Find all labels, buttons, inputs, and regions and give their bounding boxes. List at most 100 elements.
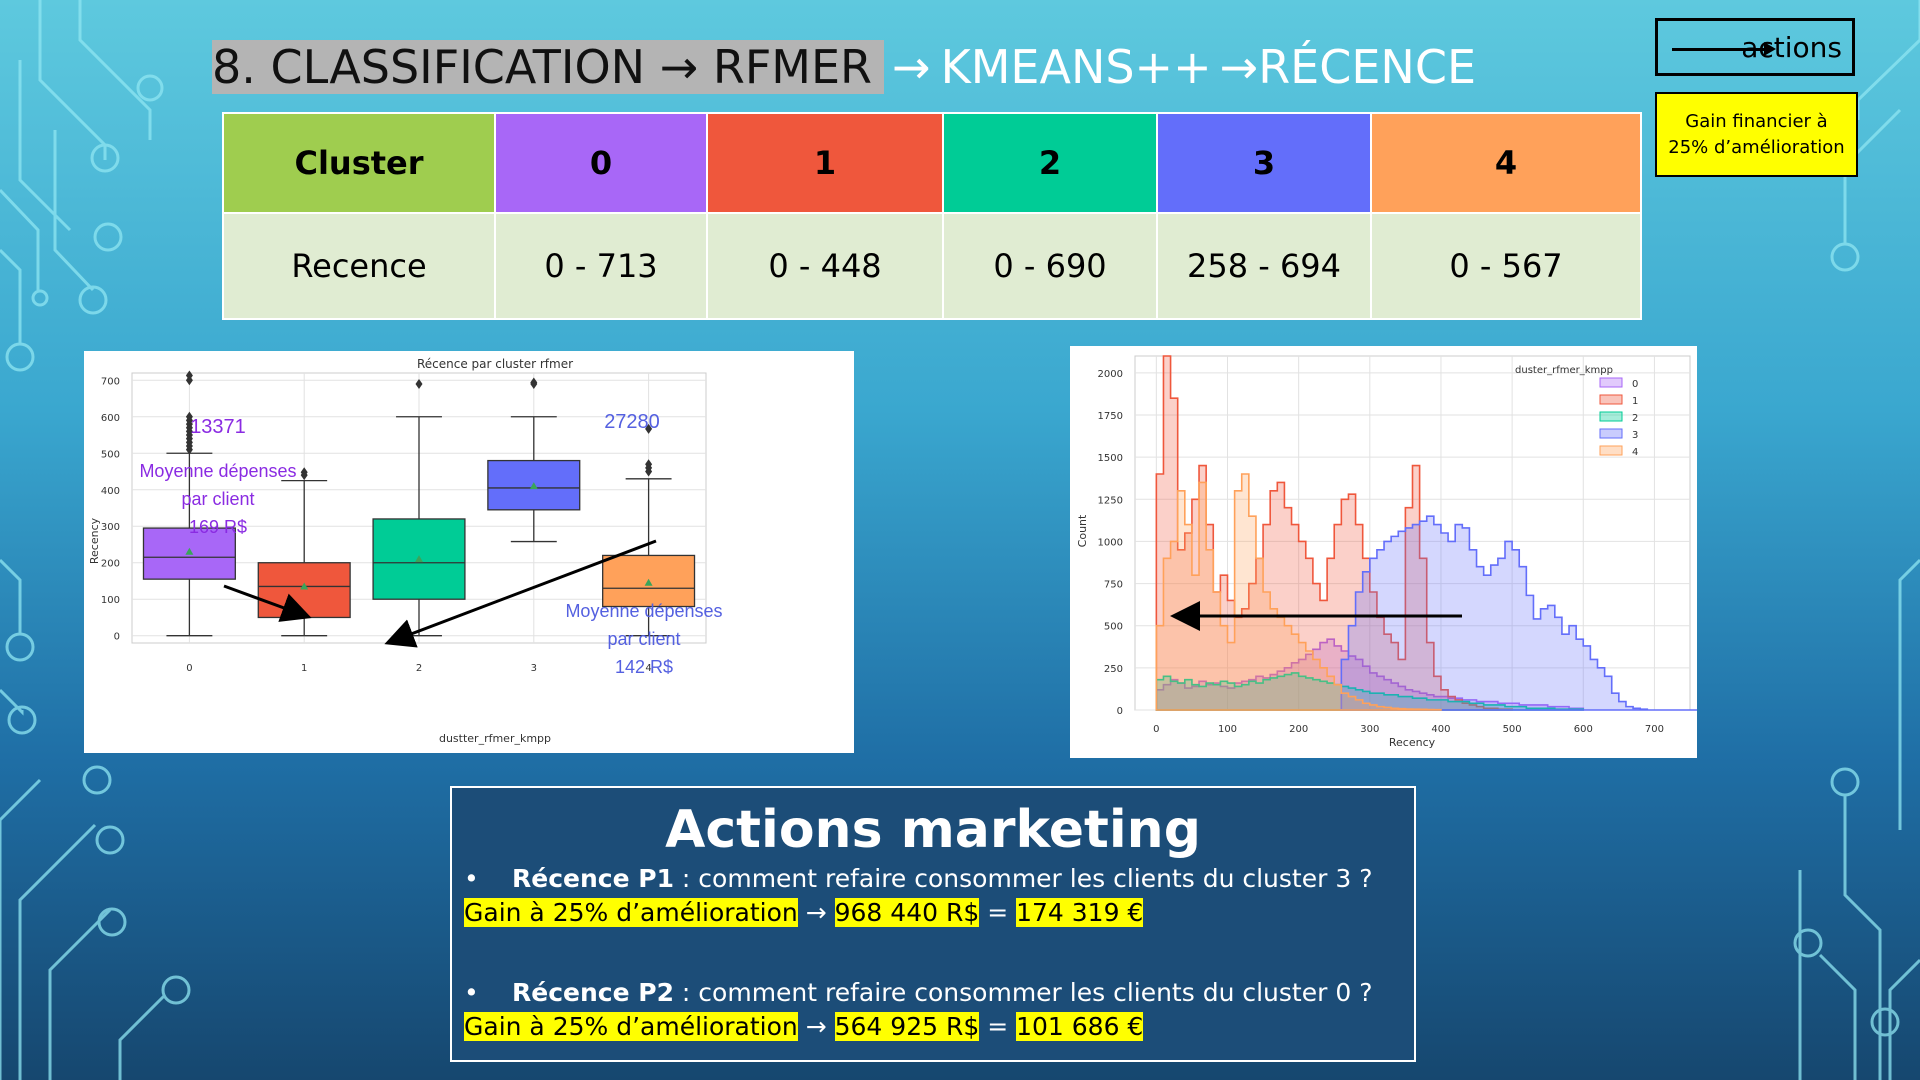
x-tick-label: 1 — [301, 663, 307, 674]
row-label: Recence — [222, 212, 496, 320]
gain-euro: 101 686 € — [1016, 1012, 1144, 1041]
table-cell: 0 - 448 — [706, 212, 944, 320]
action-item: • Récence P2 : comment refaire consommer … — [452, 976, 1414, 1010]
x-tick-label: 100 — [1218, 724, 1237, 735]
y-tick-label: 2000 — [1098, 369, 1123, 380]
gain-line: Gain à 25% d’amélioration → 564 925 R$ =… — [452, 1010, 1414, 1044]
slide-title: 8. CLASSIFICATION → RFMER → KMEANS++ → R… — [212, 38, 1476, 96]
annotation-text: Moyenne dépenses — [565, 601, 722, 621]
y-tick-label: 500 — [1104, 622, 1123, 633]
action-title: Récence P1 — [512, 864, 674, 893]
header-cell: 3 — [1156, 112, 1372, 214]
gain-note: Gain financier à 25% d’amélioration — [1655, 92, 1858, 177]
y-tick-label: 1500 — [1098, 453, 1123, 464]
actions-legend: actions — [1655, 18, 1855, 76]
boxplot-title: Récence par cluster rfmer — [417, 357, 573, 371]
title-recence: RÉCENCE — [1258, 40, 1477, 94]
bullet: • — [464, 978, 479, 1007]
cluster-table: Cluster 0 1 2 3 4 Recence 0 - 713 0 - 44… — [222, 112, 1642, 320]
actions-panel: Actions marketing • Récence P1 : comment … — [450, 786, 1416, 1062]
header-cell: 0 — [494, 112, 708, 214]
y-tick-label: 500 — [101, 449, 120, 460]
action-title: Récence P2 — [512, 978, 674, 1007]
table-cell: 0 - 567 — [1370, 212, 1642, 320]
y-tick-label: 250 — [1104, 664, 1123, 675]
title-kmeans: KMEANS++ — [940, 40, 1212, 94]
x-tick-label: 3 — [531, 663, 537, 674]
x-tick-label: 0 — [1153, 724, 1159, 735]
y-tick-label: 200 — [101, 559, 120, 570]
x-tick-label: 500 — [1503, 724, 1522, 735]
x-tick-label: 700 — [1645, 724, 1664, 735]
annotation-text: Moyenne dépenses — [139, 461, 296, 481]
arrow-icon: → — [805, 898, 827, 927]
y-tick-label: 1750 — [1098, 411, 1123, 422]
action-text: : comment refaire consommer les clients … — [673, 864, 1373, 893]
y-tick-label: 400 — [101, 486, 120, 497]
gain-line: Gain à 25% d’amélioration → 968 440 R$ =… — [452, 896, 1414, 930]
x-tick-label: 300 — [1360, 724, 1379, 735]
histogram-chart: Count Recency 0 250 500 750 1000 1250 1500 1750… — [1070, 346, 1697, 758]
annotation-text: 142 R$ — [615, 657, 673, 677]
legend-item: 4 — [1632, 447, 1638, 458]
legend-item: 2 — [1632, 413, 1638, 424]
y-tick-label: 0 — [1117, 706, 1123, 717]
boxplot-xlabel: dustter_rfmer_kmpp — [439, 732, 551, 745]
gain-label: Gain à 25% d’amélioration — [464, 1012, 798, 1041]
arrow-icon: → — [1219, 40, 1259, 94]
arrow-icon: → — [892, 40, 931, 94]
y-tick-label: 1250 — [1098, 495, 1123, 506]
legend-swatch — [1599, 445, 1623, 456]
x-tick-label: 200 — [1289, 724, 1308, 735]
y-tick-label: 750 — [1104, 580, 1123, 591]
legend-item: 1 — [1632, 396, 1638, 407]
annotation-text: par client — [181, 489, 254, 509]
y-tick-label: 700 — [101, 376, 120, 387]
histogram-ylabel: Count — [1076, 514, 1089, 547]
actions-legend-label: actions — [1741, 30, 1842, 64]
table-cell: 0 - 690 — [942, 212, 1158, 320]
annotation-value: 13371 — [190, 416, 246, 438]
actions-heading: Actions marketing — [665, 800, 1201, 860]
gain-amount: 564 925 R$ — [834, 1012, 980, 1041]
title-rfmer: RFMER — [712, 40, 873, 94]
histogram-xlabel: Recency — [1389, 736, 1436, 749]
gain-euro: 174 319 € — [1016, 898, 1144, 927]
action-item: • Récence P1 : comment refaire consommer … — [452, 862, 1414, 896]
action-text: : comment refaire consommer les clients … — [673, 978, 1373, 1007]
x-tick-label: 0 — [186, 663, 192, 674]
cluster-table-row: Recence 0 - 713 0 - 448 0 - 690 258 - 69… — [222, 212, 1642, 320]
legend-swatch — [1599, 377, 1623, 388]
y-tick-label: 300 — [101, 522, 120, 533]
bullet: • — [464, 864, 479, 893]
annotation-text: par client — [607, 629, 680, 649]
title-section: 8. CLASSIFICATION — [212, 40, 646, 94]
legend-swatch — [1599, 411, 1623, 422]
x-tick-label: 2 — [416, 663, 422, 674]
table-cell: 0 - 713 — [494, 212, 708, 320]
y-tick-label: 100 — [101, 595, 120, 606]
annotation-text: 169 R$ — [189, 517, 247, 537]
header-cell: 4 — [1370, 112, 1642, 214]
histogram-svg: Count Recency 02505007501000125015001750… — [1076, 355, 1697, 749]
legend-item: 0 — [1632, 379, 1638, 390]
annotation-value: 27280 — [604, 411, 660, 433]
header-cell: 1 — [706, 112, 944, 214]
header-cell: Cluster — [222, 112, 496, 214]
cluster-table-header: Cluster 0 1 2 3 4 — [222, 112, 1642, 214]
equals-sign: = — [987, 1012, 1009, 1041]
header-cell: 2 — [942, 112, 1158, 214]
title-highlight: 8. CLASSIFICATION → RFMER — [212, 40, 885, 94]
boxplot-chart: Récence par cluster rfmer Recency dustte… — [84, 351, 854, 753]
boxplot-ylabel: Recency — [88, 517, 101, 564]
legend-swatch — [1599, 394, 1623, 405]
gain-amount: 968 440 R$ — [834, 898, 980, 927]
arrow-right-icon — [1672, 42, 1776, 56]
table-cell: 258 - 694 — [1156, 212, 1372, 320]
y-tick-label: 600 — [101, 413, 120, 424]
y-tick-label: 1000 — [1098, 537, 1123, 548]
legend-title: duster_rfmer_kmpp — [1515, 365, 1613, 376]
arrow-icon: → — [659, 40, 699, 94]
equals-sign: = — [987, 898, 1009, 927]
box — [257, 562, 351, 619]
